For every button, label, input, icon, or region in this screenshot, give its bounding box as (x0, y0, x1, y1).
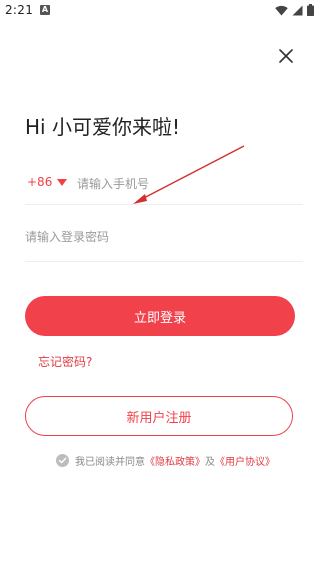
phone-field-row: +86 (25, 166, 303, 205)
register-button[interactable]: 新用户注册 (25, 396, 293, 436)
signal-icon (292, 5, 303, 15)
user-agreement-link[interactable]: 《用户协议》 (215, 453, 275, 468)
password-field-row (25, 217, 303, 262)
annotation-arrow (133, 145, 245, 204)
caret-down-icon (57, 178, 68, 186)
phone-input[interactable] (77, 172, 297, 196)
wifi-icon (275, 5, 288, 15)
forgot-password-link[interactable]: 忘记密码? (38, 353, 92, 370)
password-input[interactable] (25, 225, 295, 249)
country-code-label: +86 (27, 175, 53, 189)
status-icons (275, 3, 314, 17)
agreement-row: 我已阅读并同意 《隐私政策》 及 《用户协议》 (56, 452, 275, 468)
status-bar: 2:21 A (0, 0, 320, 22)
close-icon (279, 49, 293, 63)
agreement-prefix: 我已阅读并同意 (75, 456, 145, 468)
login-button[interactable]: 立即登录 (25, 296, 295, 336)
country-code-selector[interactable]: +86 (27, 175, 68, 189)
privacy-policy-link[interactable]: 《隐私政策》 (145, 453, 205, 468)
greeting-title: Hi 小可爱你来啦! (25, 115, 180, 139)
notification-icon: A (40, 5, 50, 15)
checkmark-icon (58, 457, 67, 463)
close-button[interactable] (272, 42, 300, 70)
status-time: 2:21 (5, 3, 34, 17)
battery-icon (307, 4, 314, 16)
agree-checkbox[interactable] (56, 453, 69, 467)
agreement-conjunction: 及 (205, 456, 215, 468)
